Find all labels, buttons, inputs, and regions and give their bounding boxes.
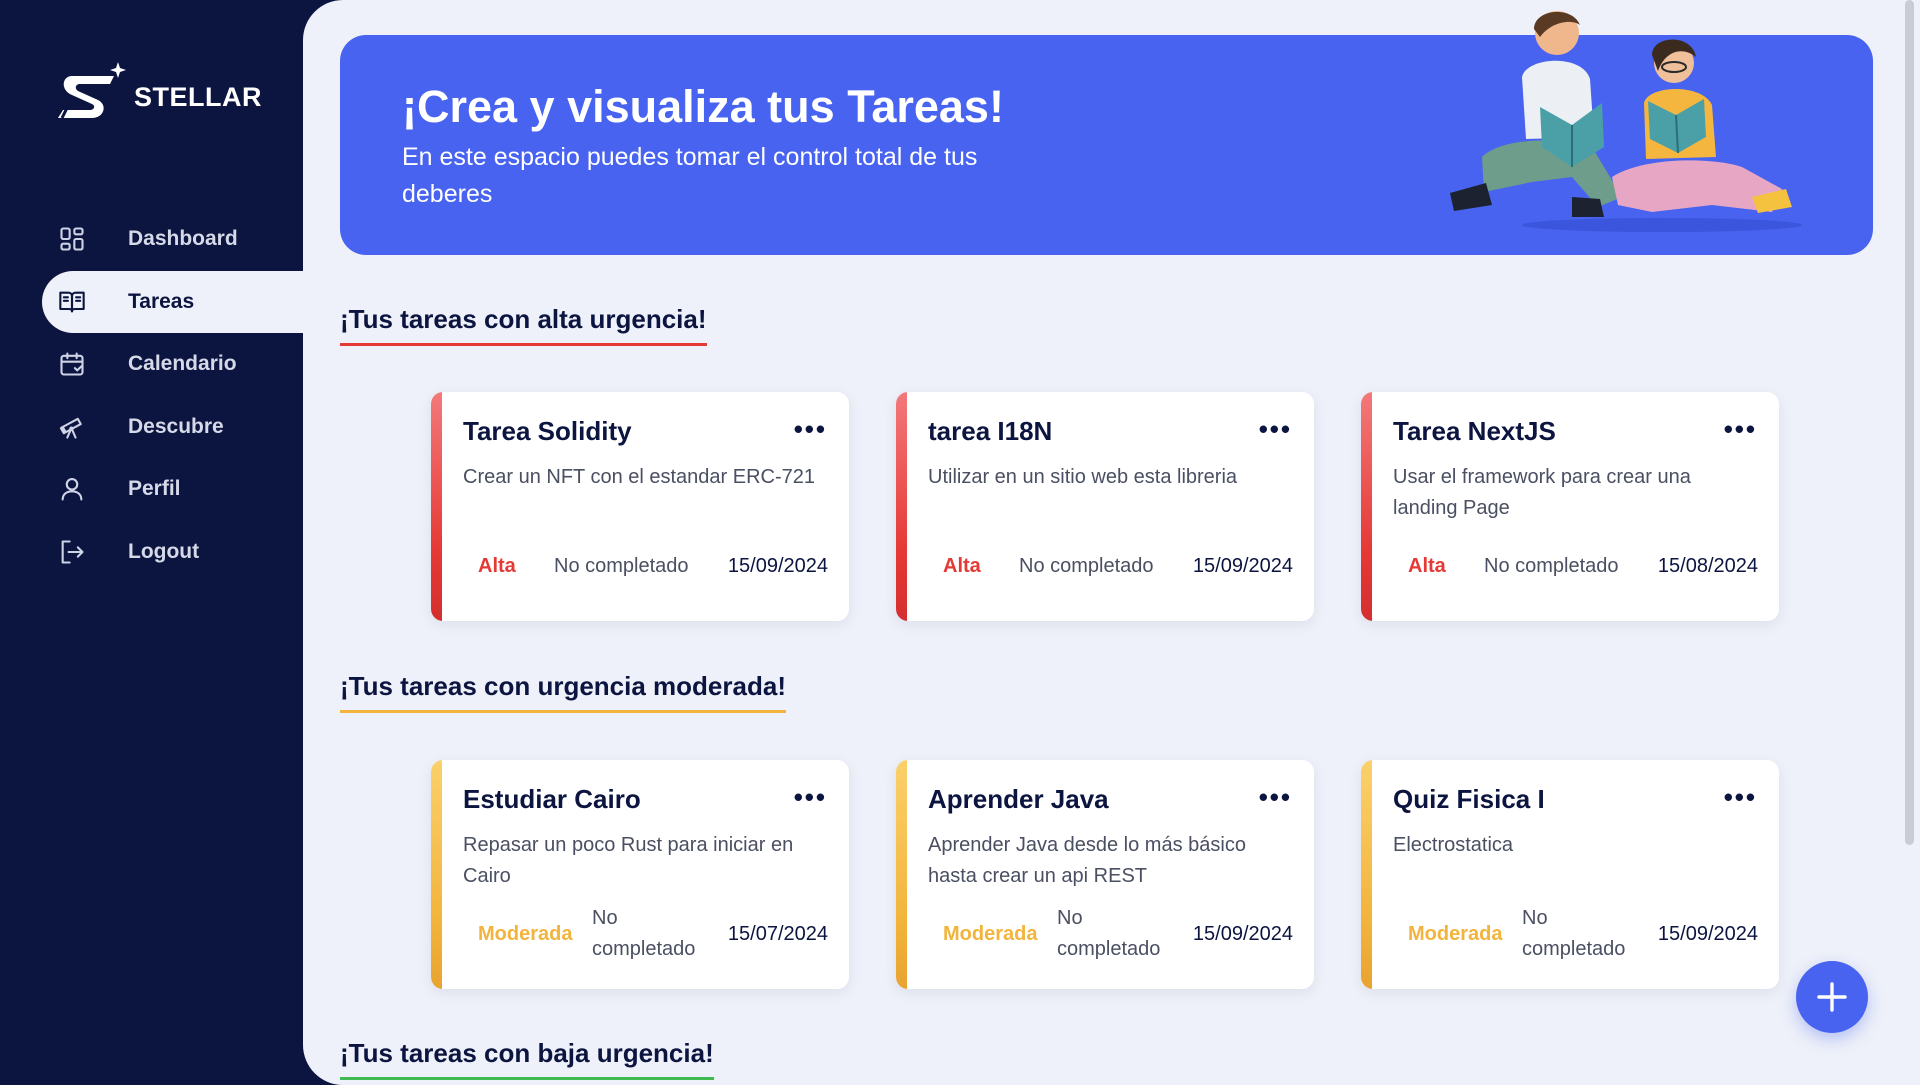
task-card[interactable]: tarea I18N ••• Utilizar en un sitio web … [896,392,1314,621]
task-meta: Moderada No completado 15/07/2024 [431,903,849,965]
status-label: No completado [1057,907,1161,960]
calendar-icon [58,350,86,378]
more-options-icon[interactable]: ••• [1259,782,1292,813]
user-icon [58,475,86,503]
more-options-icon[interactable]: ••• [1724,414,1757,445]
hero-banner: ¡Crea y visualiza tus Tareas! En este es… [340,11,1873,255]
sidebar-item-label: Calendario [128,352,237,376]
sidebar-item-label: Tareas [128,289,195,313]
task-meta: Moderada No completado 15/09/2024 [1361,903,1779,965]
task-title: Quiz Fisica I [1393,784,1545,814]
status-label: No completado [554,554,689,577]
task-description: Utilizar en un sitio web esta libreria [928,466,1238,488]
sidebar-item-calendario[interactable]: Calendario [0,333,303,396]
sidebar-item-perfil[interactable]: Perfil [0,458,303,521]
priority-badge: Moderada [1408,922,1503,945]
app-logo[interactable]: STELLAR [56,60,262,126]
hero-subtitle: En este espacio puedes tomar el control … [402,143,978,208]
task-title: Estudiar Cairo [463,784,641,814]
priority-badge: Alta [478,554,516,577]
due-date: 15/07/2024 [727,922,828,945]
task-title: Tarea Solidity [463,416,632,446]
app-name: STELLAR [134,81,262,112]
task-card[interactable]: Aprender Java ••• Aprender Java desde lo… [896,760,1314,989]
status-label: No completado [1019,554,1154,577]
scrollbar-thumb[interactable] [1905,0,1914,845]
task-description: Crear un NFT con el estandar ERC-721 [463,466,816,488]
due-date: 15/09/2024 [1192,554,1293,577]
task-description: Aprender Java desde lo más básico hasta … [928,834,1246,887]
task-meta: Alta No completado 15/09/2024 [431,535,849,597]
task-card[interactable]: Quiz Fisica I ••• Electrostatica Moderad… [1361,760,1779,989]
status-label: No completado [1484,554,1619,577]
main-content: ¡Crea y visualiza tus Tareas! En este es… [303,0,1920,1085]
telescope-icon [58,413,86,441]
task-meta: Alta No completado 15/08/2024 [1361,535,1779,597]
task-description: Electrostatica [1393,834,1514,856]
more-options-icon[interactable]: ••• [794,414,827,445]
sidebar-item-label: Dashboard [128,227,238,251]
more-options-icon[interactable]: ••• [1259,414,1292,445]
due-date: 15/09/2024 [1192,922,1293,945]
section-title-high-urgency: ¡Tus tareas con alta urgencia! [340,304,707,346]
sidebar: STELLAR Dashboard Tareas Calendario Desc… [0,0,303,1085]
due-date: 15/08/2024 [1657,554,1758,577]
section-title-moderate-urgency: ¡Tus tareas con urgencia moderada! [340,671,786,713]
priority-badge: Moderada [943,922,1038,945]
task-description: Usar el framework para crear una landing… [1393,466,1691,519]
sidebar-item-label: Logout [128,539,200,563]
sidebar-item-logout[interactable]: Logout [0,521,303,584]
sidebar-nav: Dashboard Tareas Calendario Descubre Per… [0,208,303,583]
priority-badge: Alta [943,554,981,577]
logout-icon [58,538,86,566]
task-card[interactable]: Tarea Solidity ••• Crear un NFT con el e… [431,392,849,621]
add-task-button[interactable] [1796,961,1868,1033]
task-card[interactable]: Estudiar Cairo ••• Repasar un poco Rust … [431,760,849,989]
task-description: Repasar un poco Rust para iniciar en Cai… [463,834,794,887]
task-card[interactable]: Tarea NextJS ••• Usar el framework para … [1361,392,1779,621]
scrollbar[interactable] [1904,0,1916,845]
sidebar-item-dashboard[interactable]: Dashboard [0,208,303,271]
due-date: 15/09/2024 [1657,922,1758,945]
task-meta: Alta No completado 15/09/2024 [896,535,1314,597]
section-title-low-urgency: ¡Tus tareas con baja urgencia! [340,1038,714,1080]
task-meta: Moderada No completado 15/09/2024 [896,903,1314,965]
status-label: No completado [1522,907,1626,960]
task-title: Tarea NextJS [1393,416,1556,446]
due-date: 15/09/2024 [727,554,828,577]
dashboard-icon [58,225,86,253]
students-reading-illustration [1450,11,1802,232]
task-title: Aprender Java [928,784,1109,814]
priority-badge: Alta [1408,554,1446,577]
stellar-logo-icon [58,62,126,119]
sidebar-item-descubre[interactable]: Descubre [0,396,303,459]
priority-badge: Moderada [478,922,573,945]
more-options-icon[interactable]: ••• [794,782,827,813]
plus-icon [1817,982,1847,1012]
book-open-icon [58,288,86,316]
sidebar-item-label: Perfil [128,477,181,501]
sidebar-item-label: Descubre [128,414,224,438]
task-title: tarea I18N [928,416,1053,446]
sidebar-item-tareas[interactable]: Tareas [42,270,303,333]
hero-title: ¡Crea y visualiza tus Tareas! [402,81,1004,132]
more-options-icon[interactable]: ••• [1724,782,1757,813]
status-label: No completado [592,907,696,960]
